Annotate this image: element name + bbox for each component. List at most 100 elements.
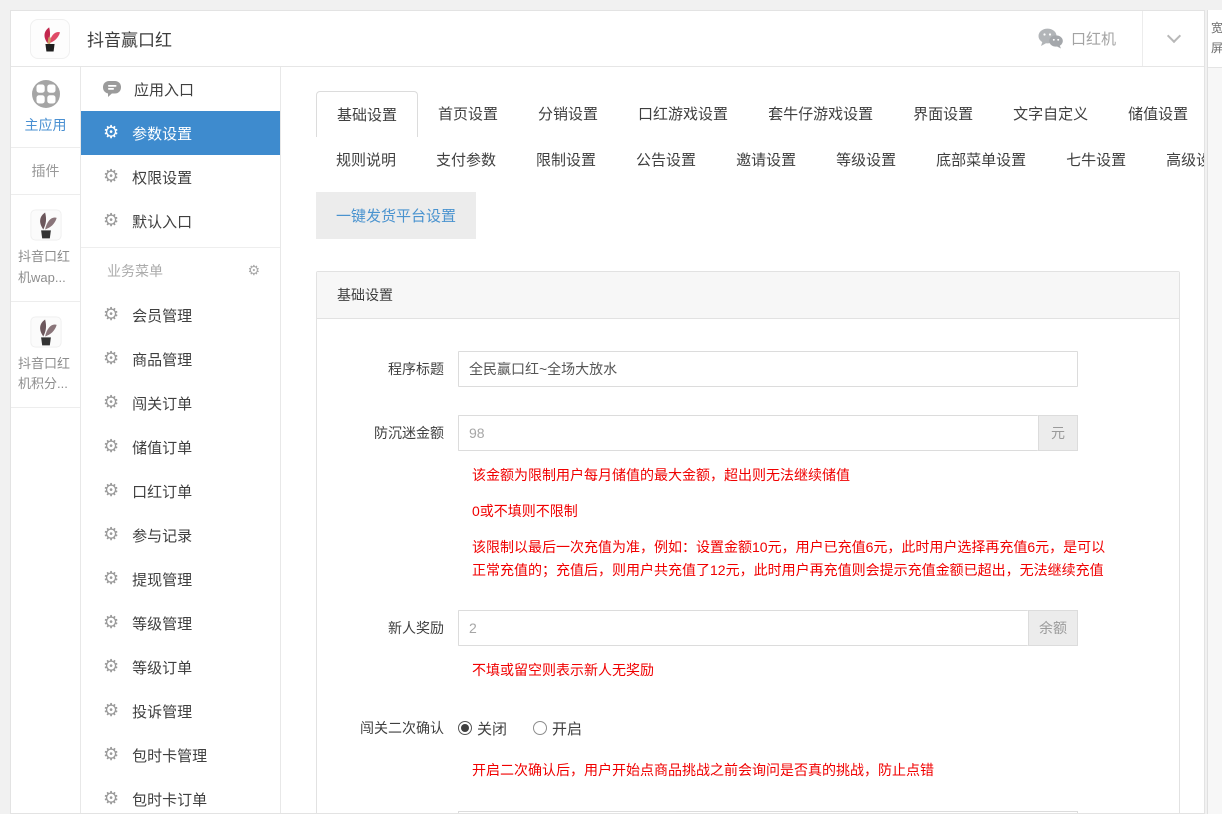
tab-announcement-settings[interactable]: 公告设置	[616, 137, 716, 182]
radio-icon-checked	[458, 721, 472, 735]
second-confirm-radio-group: 关闭 开启	[458, 710, 1078, 746]
menu-item-label: 权限设置	[132, 167, 192, 188]
section-gear-icon[interactable]: ⚙	[247, 263, 260, 279]
lipstick-plugin-icon	[30, 316, 62, 348]
tab-limit-settings[interactable]: 限制设置	[516, 137, 616, 182]
menu-item-level-orders[interactable]: ⚙ 等级订单	[81, 645, 280, 689]
menu-item-label: 商品管理	[132, 349, 192, 370]
menu-item-complaint-management[interactable]: ⚙ 投诉管理	[81, 689, 280, 733]
menu-item-label: 储值订单	[132, 437, 192, 458]
gear-icon: ⚙	[103, 350, 119, 368]
gear-icon: ⚙	[103, 306, 119, 324]
form-row-program-title: 程序标题	[317, 351, 1179, 387]
field-label: 程序标题	[317, 351, 458, 387]
gear-icon: ⚙	[103, 482, 119, 500]
menu-item-label: 会员管理	[132, 305, 192, 326]
menu-item-permission-settings[interactable]: ⚙ 权限设置	[81, 155, 280, 199]
gear-icon: ⚙	[103, 394, 119, 412]
page: { "header": { "title": "抖音赢口红", "account…	[0, 0, 1222, 814]
rail-plugin-name: 抖音口红机积分...	[15, 354, 76, 396]
menu-item-time-card-orders[interactable]: ⚙ 包时卡订单	[81, 777, 280, 813]
tab-level-settings[interactable]: 等级设置	[816, 137, 916, 182]
tab-home-settings[interactable]: 首页设置	[418, 91, 518, 136]
tab-lipstick-game-settings[interactable]: 口红游戏设置	[618, 91, 748, 136]
rail-plugins-label: 插件	[11, 148, 80, 195]
menu-item-challenge-orders[interactable]: ⚙ 闯关订单	[81, 381, 280, 425]
radio-option-close[interactable]: 关闭	[458, 718, 507, 739]
account-menu[interactable]: 口红机	[1038, 28, 1142, 49]
app-body: 主应用 插件 抖音口红机wap... 抖音口红机积分	[11, 67, 1204, 813]
lipstick-logo-icon	[35, 24, 65, 54]
tab-stored-value-settings[interactable]: 储值设置	[1108, 91, 1204, 136]
menu-item-member-management[interactable]: ⚙ 会员管理	[81, 293, 280, 337]
help-text: 不填或留空则表示新人无奖励	[472, 659, 1112, 682]
menu-item-time-card-management[interactable]: ⚙ 包时卡管理	[81, 733, 280, 777]
app-header: 抖音赢口红 口红机	[11, 11, 1204, 67]
tabs-row-1: 基础设置 首页设置 分销设置 口红游戏设置 套牛仔游戏设置 界面设置 文字自定义…	[316, 91, 1204, 137]
tab-basic-settings[interactable]: 基础设置	[316, 91, 418, 137]
field-label: 防沉迷金额	[317, 415, 458, 451]
menu-item-label: 提现管理	[132, 569, 192, 590]
menu-item-label: 口红订单	[132, 481, 192, 502]
form-row-anti-addiction: 防沉迷金额 元	[317, 415, 1179, 451]
lipstick-plugin-icon	[30, 209, 62, 241]
gear-icon: ⚙	[103, 614, 119, 632]
unit-addon-yuan: 元	[1038, 415, 1078, 451]
anti-addiction-amount-input[interactable]	[458, 415, 1038, 451]
radio-option-open[interactable]: 开启	[533, 718, 582, 739]
menu-item-label: 等级管理	[132, 613, 192, 634]
tab-invitation-settings[interactable]: 邀请设置	[716, 137, 816, 182]
help-text: 该金额为限制用户每月储值的最大金额，超出则无法继续储值	[472, 464, 1112, 487]
rail-plugin-wap[interactable]: 抖音口红机wap...	[11, 195, 80, 302]
chat-bubble-icon	[103, 81, 121, 98]
tab-bottom-menu-settings[interactable]: 底部菜单设置	[916, 137, 1046, 182]
menu-item-withdrawal-management[interactable]: ⚙ 提现管理	[81, 557, 280, 601]
menu-item-lipstick-orders[interactable]: ⚙ 口红订单	[81, 469, 280, 513]
newcomer-reward-input[interactable]	[458, 610, 1028, 646]
field-label: 底部版权设置	[317, 811, 458, 813]
radio-icon-unchecked	[533, 721, 547, 735]
basic-settings-panel: 基础设置 程序标题 防沉迷金额 元	[316, 271, 1180, 813]
menu-item-participation-records[interactable]: ⚙ 参与记录	[81, 513, 280, 557]
form-row-second-confirm: 闯关二次确认 关闭 开启	[317, 710, 1179, 746]
rail-plugin-points[interactable]: 抖音口红机积分...	[11, 302, 80, 409]
widescreen-toggle[interactable]: 宽 屏	[1208, 10, 1222, 68]
tab-text-customization[interactable]: 文字自定义	[993, 91, 1108, 136]
tab-advanced-settings[interactable]: 高级设置	[1146, 137, 1204, 182]
footer-copyright-input[interactable]: 代理赚钱· 日赚500+	[458, 811, 1078, 813]
tab-rules-description[interactable]: 规则说明	[316, 137, 416, 182]
edge-clipped-panel: 宽 屏	[1207, 10, 1222, 814]
unit-addon-balance: 余额	[1028, 610, 1078, 646]
account-name: 口红机	[1071, 28, 1116, 49]
gear-icon: ⚙	[103, 168, 119, 186]
menu-item-label: 包时卡管理	[132, 745, 207, 766]
tab-interface-settings[interactable]: 界面设置	[893, 91, 993, 136]
tab-cowboy-game-settings[interactable]: 套牛仔游戏设置	[748, 91, 893, 136]
menu-item-stored-value-orders[interactable]: ⚙ 储值订单	[81, 425, 280, 469]
header-dropdown-button[interactable]	[1142, 11, 1204, 66]
sidebar-menu: 应用入口 ⚙ 参数设置 ⚙ 权限设置 ⚙ 默认入口 业务菜单 ⚙ ⚙ 会员管理	[81, 67, 281, 813]
panel-title: 基础设置	[317, 272, 1179, 319]
field-label: 闯关二次确认	[317, 710, 458, 746]
tab-one-click-shipping-platform[interactable]: 一键发货平台设置	[316, 192, 476, 239]
app-rail: 主应用 插件 抖音口红机wap... 抖音口红机积分	[11, 67, 81, 813]
tab-qiniu-settings[interactable]: 七牛设置	[1046, 137, 1146, 182]
menu-item-label: 包时卡订单	[132, 789, 207, 810]
rail-item-main-app[interactable]: 主应用	[11, 67, 80, 148]
main-content: 基础设置 首页设置 分销设置 口红游戏设置 套牛仔游戏设置 界面设置 文字自定义…	[281, 67, 1204, 813]
menu-item-parameter-settings[interactable]: ⚙ 参数设置	[81, 111, 280, 155]
tab-payment-parameters[interactable]: 支付参数	[416, 137, 516, 182]
wechat-icon	[1038, 28, 1063, 49]
gear-icon: ⚙	[103, 212, 119, 230]
menu-item-level-management[interactable]: ⚙ 等级管理	[81, 601, 280, 645]
gear-icon: ⚙	[103, 702, 119, 720]
menu-item-product-management[interactable]: ⚙ 商品管理	[81, 337, 280, 381]
tab-distribution-settings[interactable]: 分销设置	[518, 91, 618, 136]
form-row-newcomer-reward: 新人奖励 余额	[317, 610, 1179, 646]
program-title-input[interactable]	[458, 351, 1078, 387]
menu-item-default-entry[interactable]: ⚙ 默认入口	[81, 199, 280, 243]
menu-item-label: 默认入口	[132, 211, 192, 232]
menu-section-label: 业务菜单	[107, 261, 163, 281]
menu-item-app-entry[interactable]: 应用入口	[81, 67, 280, 111]
widescreen-label-char-1: 宽	[1211, 19, 1222, 39]
